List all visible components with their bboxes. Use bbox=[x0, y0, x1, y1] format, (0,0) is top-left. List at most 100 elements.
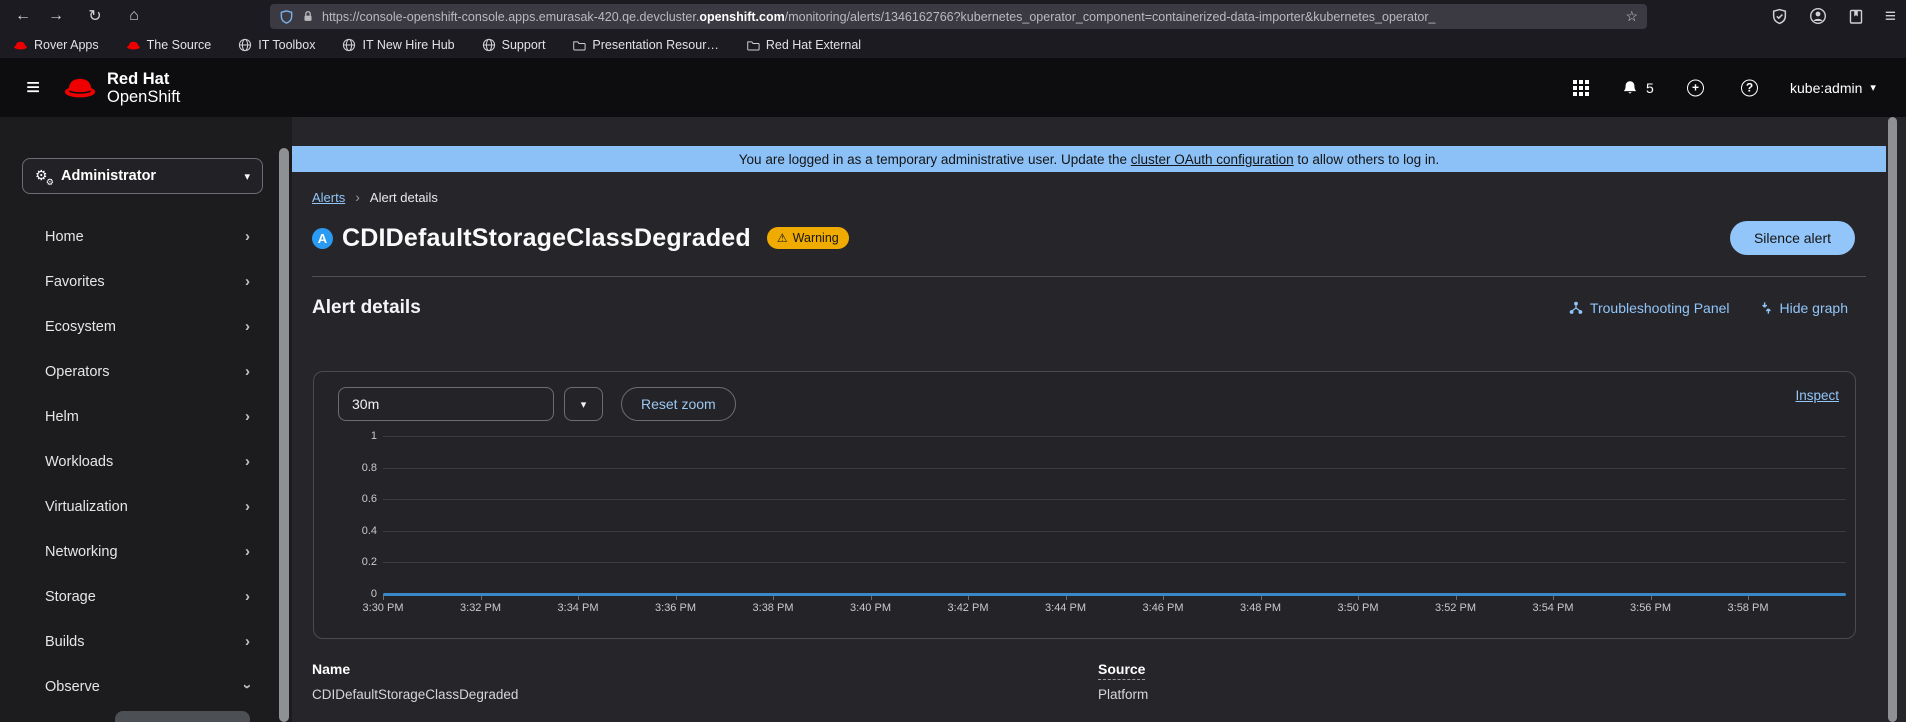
brand-line1: Red Hat bbox=[107, 69, 170, 88]
y-gridline bbox=[383, 530, 1846, 532]
brand-line2: OpenShift bbox=[107, 87, 181, 106]
bell-icon bbox=[1622, 80, 1638, 96]
y-gridline bbox=[383, 467, 1846, 469]
breadcrumb-alerts-link[interactable]: Alerts bbox=[312, 190, 345, 205]
sidebar-subitem-partial[interactable] bbox=[115, 711, 250, 722]
folder-icon bbox=[572, 39, 587, 52]
sidebar-item-label: Operators bbox=[45, 363, 110, 380]
user-menu[interactable]: kube:admin ▾ bbox=[1790, 80, 1876, 96]
sidebar-item-workloads[interactable]: Workloads › bbox=[0, 439, 292, 484]
sidebar-item-virtualization[interactable]: Virtualization › bbox=[0, 484, 292, 529]
reload-icon[interactable]: ↻ bbox=[80, 0, 110, 32]
sidebar-item-builds[interactable]: Builds › bbox=[0, 619, 292, 664]
url-bar[interactable]: https://console-openshift-console.apps.e… bbox=[270, 4, 1647, 29]
bookmark-item[interactable]: Rover Apps bbox=[13, 38, 99, 52]
bookmark-item[interactable]: IT Toolbox bbox=[238, 38, 315, 52]
warning-state-badge: ⚠ Warning bbox=[766, 227, 849, 249]
breadcrumb: Alerts › Alert details bbox=[312, 172, 1866, 205]
notifications-bell[interactable]: 5 bbox=[1622, 80, 1654, 96]
chevron-right-icon: › bbox=[245, 363, 250, 380]
bookmark-label: Red Hat External bbox=[765, 38, 862, 52]
y-tick-label: 0.4 bbox=[361, 524, 377, 537]
x-tick-label: 3:36 PM bbox=[655, 602, 696, 614]
source-label[interactable]: Source bbox=[1098, 661, 1146, 680]
sidebar-item-operators[interactable]: Operators › bbox=[0, 349, 292, 394]
x-tick-label: 3:32 PM bbox=[460, 602, 501, 614]
x-tick-label: 3:34 PM bbox=[557, 602, 599, 614]
main-content: You are logged in as a temporary adminis… bbox=[292, 117, 1886, 722]
page-title: CDIDefaultStorageClassDegraded bbox=[342, 223, 751, 252]
sidebar-item-helm[interactable]: Helm › bbox=[0, 394, 292, 439]
alert-details-list: Name CDIDefaultStorageClassDegraded Sour… bbox=[312, 661, 1866, 702]
url-text[interactable]: https://console-openshift-console.apps.e… bbox=[322, 10, 1617, 24]
brand-logo: Red Hat OpenShift bbox=[62, 69, 181, 106]
x-tick-label: 3:52 PM bbox=[1435, 602, 1476, 614]
username: kube:admin bbox=[1790, 79, 1863, 96]
hide-graph-link[interactable]: Hide graph bbox=[1760, 300, 1848, 316]
shield-check-icon[interactable] bbox=[1771, 8, 1788, 25]
warning-triangle-icon: ⚠ bbox=[776, 231, 788, 245]
chart-plot-area[interactable]: 0 0.2 0.4 0.6 0.8 1 3:30 PM 3:32 PM 3:34 PM 3:36 … bbox=[314, 372, 1855, 638]
chevron-right-icon: › bbox=[245, 543, 250, 560]
sidebar-item-label: Storage bbox=[45, 588, 96, 605]
x-tick-label: 3:54 PM bbox=[1532, 602, 1574, 614]
forward-icon[interactable]: → bbox=[41, 0, 71, 32]
breadcrumb-separator-icon: › bbox=[355, 189, 360, 205]
y-tick-label: 0.8 bbox=[361, 461, 377, 474]
bookmark-item[interactable]: Presentation Resour… bbox=[572, 38, 719, 52]
help-button[interactable]: ? bbox=[1741, 79, 1758, 96]
sidebar-item-label: Favorites bbox=[45, 273, 105, 290]
bookmarks-bar: Rover Apps The Source IT Toolbox IT New Hir… bbox=[0, 32, 1906, 58]
topology-icon bbox=[1569, 301, 1583, 315]
redhat-icon bbox=[126, 40, 141, 51]
sidebar-item-observe[interactable]: Observe › bbox=[0, 664, 292, 709]
account-icon[interactable] bbox=[1809, 7, 1827, 25]
tracking-protection-shield-icon[interactable] bbox=[279, 9, 294, 25]
sidebar-scrollbar[interactable] bbox=[279, 148, 289, 722]
sidebar-item-home[interactable]: Home › bbox=[0, 214, 292, 259]
source-value: Platform bbox=[1098, 687, 1149, 702]
silence-alert-button[interactable]: Silence alert bbox=[1729, 221, 1855, 255]
compress-icon bbox=[1760, 301, 1773, 315]
menu-icon[interactable]: ≡ bbox=[1885, 7, 1896, 26]
lock-icon[interactable] bbox=[301, 9, 315, 24]
graph-card: ▾ Reset zoom Inspect 00.20.40.60.813:30 … bbox=[313, 371, 1856, 639]
page-scrollbar[interactable] bbox=[1888, 117, 1897, 722]
perspective-switcher[interactable]: ⚙ ⚙ Administrator ▾ bbox=[22, 158, 263, 194]
home-icon[interactable]: ⌂ bbox=[119, 0, 149, 32]
metric-series-line bbox=[383, 592, 1846, 596]
x-tick-label: 3:42 PM bbox=[947, 602, 989, 614]
library-icon[interactable] bbox=[1848, 8, 1864, 25]
sidebar-item-ecosystem[interactable]: Ecosystem › bbox=[0, 304, 292, 349]
name-label: Name bbox=[312, 661, 351, 677]
bookmark-item[interactable]: Red Hat External bbox=[746, 38, 861, 52]
nav-toggle-icon[interactable]: ≡ bbox=[26, 75, 40, 100]
y-gridline bbox=[383, 499, 1846, 501]
app-launcher-icon[interactable] bbox=[1573, 79, 1589, 96]
section-heading: Alert details bbox=[312, 297, 421, 318]
banner-text-after: to allow others to log in. bbox=[1293, 151, 1440, 167]
sidebar-item-label: Virtualization bbox=[45, 498, 128, 515]
sidebar-item-label: Builds bbox=[45, 633, 85, 650]
bookmark-item[interactable]: IT New Hire Hub bbox=[342, 38, 455, 52]
sidebar: ⚙ ⚙ Administrator ▾ Home › Favorites › Ecosys… bbox=[0, 117, 292, 722]
globe-icon bbox=[342, 38, 356, 52]
chevron-right-icon: › bbox=[245, 633, 250, 650]
x-tick-label: 3:38 PM bbox=[752, 602, 794, 614]
folder-icon bbox=[746, 39, 760, 52]
bookmark-label: IT Toolbox bbox=[258, 38, 316, 52]
sidebar-item-storage[interactable]: Storage › bbox=[0, 574, 292, 619]
back-icon[interactable]: ← bbox=[8, 0, 38, 32]
add-button[interactable]: + bbox=[1687, 79, 1704, 96]
sidebar-item-favorites[interactable]: Favorites › bbox=[0, 259, 292, 304]
bookmark-item[interactable]: The Source bbox=[126, 38, 212, 52]
bookmark-label: The Source bbox=[146, 38, 212, 52]
bookmark-star-icon[interactable]: ☆ bbox=[1625, 8, 1638, 25]
oauth-config-link[interactable]: cluster OAuth configuration bbox=[1131, 152, 1294, 167]
bookmark-item[interactable]: Support bbox=[482, 38, 545, 52]
y-tick-label: 1 bbox=[370, 430, 377, 442]
sidebar-item-networking[interactable]: Networking › bbox=[0, 529, 292, 574]
troubleshooting-panel-link[interactable]: Troubleshooting Panel bbox=[1569, 300, 1730, 316]
browser-toolbar: ← → ↻ ⌂ https://console-openshift-consol… bbox=[0, 0, 1906, 32]
cogs-icon: ⚙ ⚙ bbox=[35, 167, 54, 187]
